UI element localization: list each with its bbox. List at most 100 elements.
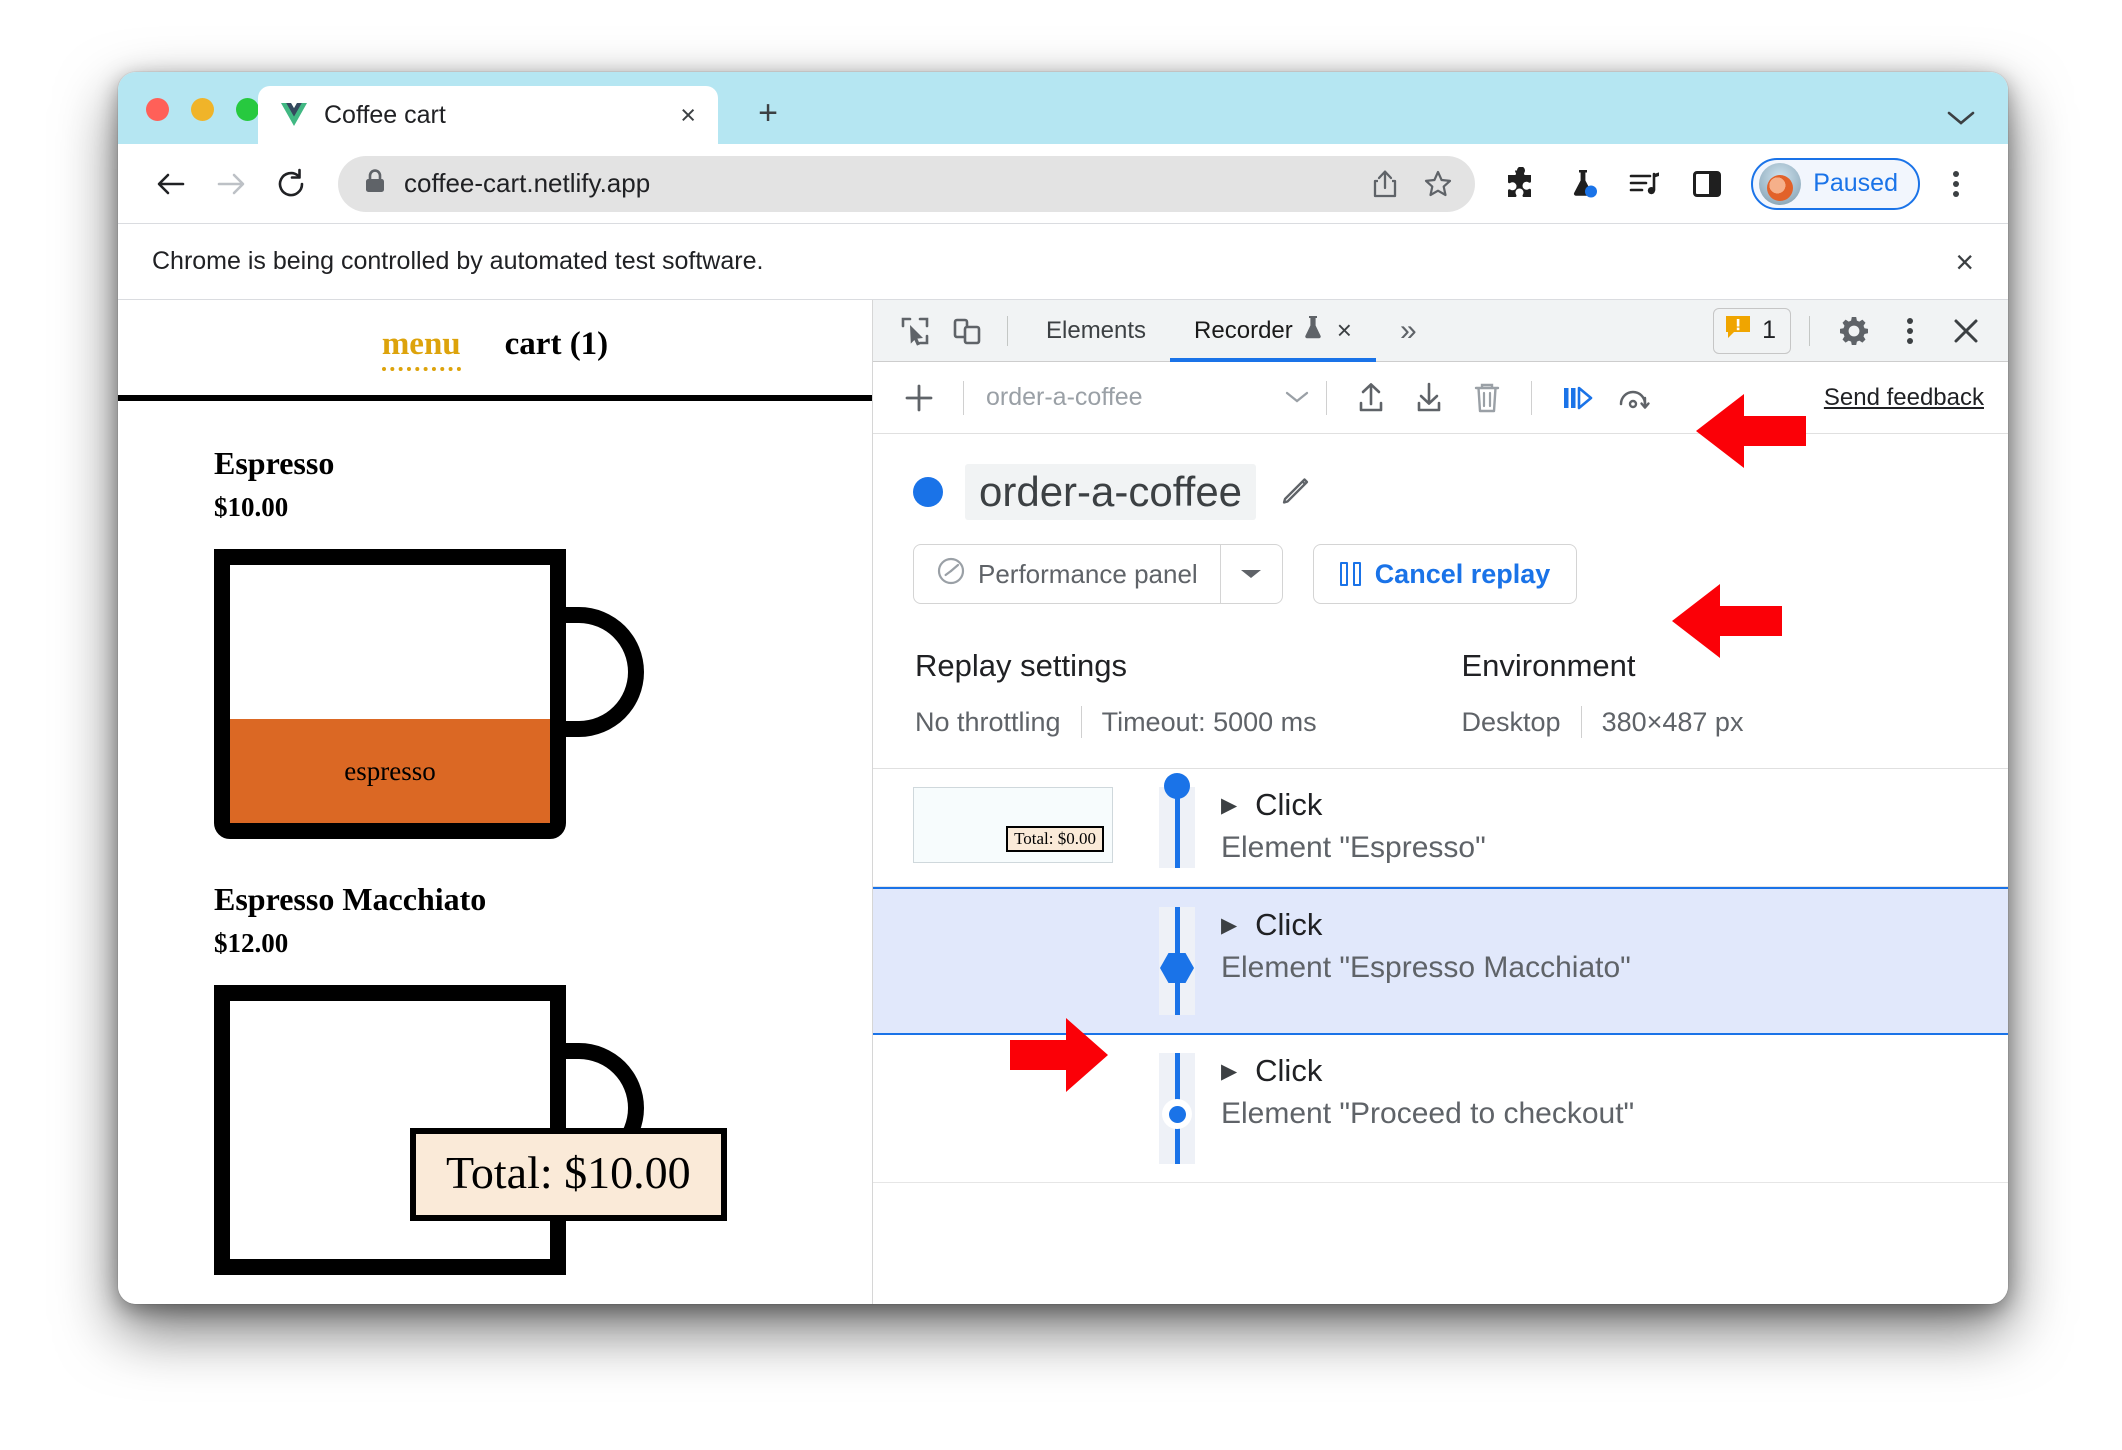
minimize-window-button[interactable] (191, 98, 214, 121)
recording-title-row: order-a-coffee (873, 434, 2008, 520)
divider (963, 380, 964, 415)
environment-device: Desktop (1461, 706, 1561, 737)
warning-count: 1 (1762, 316, 1776, 344)
performance-gauge-icon (936, 556, 966, 593)
cancel-replay-button[interactable]: Cancel replay (1312, 544, 1578, 604)
arrow-pointing-current-step (1008, 1012, 1112, 1098)
address-bar[interactable]: coffee-cart.netlify.app (338, 155, 1476, 212)
cancel-replay-label: Cancel replay (1374, 558, 1551, 589)
close-icon[interactable]: × (674, 98, 702, 133)
lock-icon (364, 168, 386, 199)
timeline-rail (1159, 773, 1195, 868)
nav-link-cart[interactable]: cart (1) (505, 326, 609, 363)
media-list-icon[interactable] (1619, 158, 1671, 210)
chevron-right-icon[interactable]: ▶ (1221, 1061, 1237, 1082)
cup-label: espresso (344, 755, 436, 786)
close-window-button[interactable] (146, 98, 169, 121)
profile-chip[interactable]: Paused (1751, 157, 1920, 210)
send-feedback-link[interactable]: Send feedback (1824, 384, 1984, 412)
browser-tab[interactable]: Coffee cart × (258, 86, 718, 144)
close-icon[interactable]: × (1955, 246, 1974, 278)
coffee-item-name: Espresso (214, 445, 335, 481)
profile-status-label: Paused (1813, 169, 1898, 197)
tab-recorder[interactable]: Recorder × (1170, 300, 1376, 362)
timeline-rail (1159, 1053, 1195, 1164)
step-content: ▶ Click Element "Espresso" (1195, 787, 2008, 865)
back-button[interactable] (144, 157, 198, 211)
plus-icon[interactable] (891, 370, 947, 426)
recorder-toolbar: order-a-coffee Send feedback (873, 362, 2008, 434)
trash-icon[interactable] (1459, 370, 1515, 426)
inspect-element-icon[interactable] (889, 305, 941, 357)
recording-select[interactable]: order-a-coffee (980, 383, 1310, 412)
pencil-icon[interactable] (1278, 472, 1314, 513)
replay-target-select[interactable]: Performance panel (913, 544, 1283, 604)
warning-icon (1724, 314, 1752, 347)
nav-link-menu[interactable]: menu (381, 326, 461, 371)
reload-button[interactable] (264, 157, 318, 211)
star-icon[interactable] (1423, 169, 1453, 199)
warning-count-chip[interactable]: 1 (1713, 307, 1791, 354)
step-screenshot: Total: $0.00 (913, 787, 1113, 863)
step-target: Element "Espresso Macchiato" (1221, 951, 1631, 984)
toolbar-action-icons: Paused (1495, 157, 1982, 210)
divider (1007, 315, 1008, 346)
device-toolbar-icon[interactable] (941, 305, 993, 357)
pause-icon (1339, 562, 1361, 586)
timeline-line (1174, 787, 1180, 868)
recording-select-value: order-a-coffee (986, 383, 1143, 411)
vue-logo-icon (280, 102, 308, 128)
tab-strip: Coffee cart × + (118, 72, 2008, 144)
flask-icon[interactable] (1557, 158, 1609, 210)
recording-name[interactable]: order-a-coffee (965, 464, 1257, 520)
timeline-node-current (1160, 953, 1194, 983)
devtools-tabbar-actions: 1 (1713, 305, 2008, 357)
step-content: ▶ Click Element "Espresso Macchiato" (1195, 907, 2008, 985)
chevron-right-icon[interactable]: ▶ (1221, 795, 1237, 816)
cup-body: espresso (214, 549, 566, 839)
coffee-item-espresso[interactable]: Espresso $10.00 espresso (214, 445, 872, 839)
avatar (1759, 162, 1802, 205)
gear-icon[interactable] (1828, 305, 1880, 357)
step-target: Element "Proceed to checkout" (1221, 1097, 1635, 1130)
replay-settings-heading: Replay settings (915, 648, 1127, 683)
coffee-cup-graphic[interactable]: espresso (214, 549, 644, 839)
replay-step-by-step-icon[interactable] (1548, 370, 1604, 426)
flask-icon (1303, 314, 1323, 347)
coffee-item-price: $12.00 (214, 928, 289, 958)
divider (1531, 380, 1532, 415)
download-icon[interactable] (1401, 370, 1457, 426)
step-type: Click (1255, 787, 1323, 822)
forward-button[interactable] (204, 157, 258, 211)
puzzle-piece-icon[interactable] (1495, 158, 1547, 210)
timeline-rail (1159, 907, 1195, 1015)
chevron-down-icon[interactable] (1946, 109, 1976, 132)
tab-elements[interactable]: Elements (1022, 300, 1170, 362)
close-icon[interactable]: × (1337, 315, 1352, 346)
replay-speed-icon[interactable] (1606, 370, 1662, 426)
step-content: ▶ Click Element "Proceed to checkout" (1195, 1053, 2008, 1131)
timeline-node-pending (1162, 1099, 1192, 1129)
kebab-menu-icon[interactable] (1930, 158, 1982, 210)
cup-fill: espresso (230, 719, 550, 823)
new-tab-button[interactable]: + (750, 96, 786, 130)
kebab-menu-icon[interactable] (1884, 305, 1936, 357)
share-icon[interactable] (1371, 169, 1399, 199)
close-icon[interactable] (1940, 305, 1992, 357)
maximize-window-button[interactable] (236, 98, 259, 121)
browser-window: Coffee cart × + coffee-cart.netlify.app … (118, 72, 2008, 1304)
automation-infobar: Chrome is being controlled by automated … (118, 224, 2008, 300)
environment-viewport: 380×487 px (1601, 706, 1744, 737)
table-row[interactable]: Total: $0.00 ▶ Click Element "Espresso" (873, 769, 2008, 887)
tab-label: Recorder (1194, 316, 1293, 344)
more-tabs-button[interactable]: » (1376, 300, 1441, 362)
recording-controls-row: Performance panel Cancel replay (873, 520, 2008, 604)
window-traffic-lights (146, 98, 259, 121)
chevron-down-icon[interactable] (1219, 545, 1282, 603)
arrow-pointing-replay-speed (1692, 388, 1808, 474)
chevron-right-icon[interactable]: ▶ (1221, 915, 1237, 936)
step-type: Click (1255, 907, 1323, 942)
upload-icon[interactable] (1343, 370, 1399, 426)
side-panel-icon[interactable] (1681, 158, 1733, 210)
divider (1326, 380, 1327, 415)
